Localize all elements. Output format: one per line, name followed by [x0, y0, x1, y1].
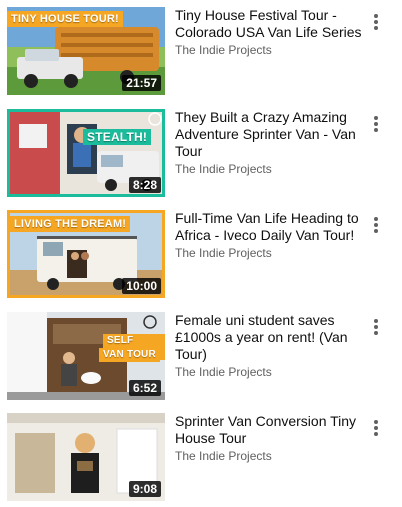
duration-badge: 21:57	[122, 75, 161, 91]
channel-name[interactable]: The Indie Projects	[175, 448, 365, 464]
more-options-icon[interactable]	[366, 109, 386, 139]
more-options-icon[interactable]	[366, 7, 386, 37]
channel-name[interactable]: The Indie Projects	[175, 245, 365, 261]
video-title[interactable]: Full-Time Van Life Heading to Africa - I…	[175, 210, 365, 244]
thumbnail-banner: TINY HOUSE TOUR!	[7, 11, 123, 27]
video-thumbnail[interactable]: SELF BUILD VAN TOUR 6:52	[7, 312, 165, 400]
video-title[interactable]: Female uni student saves £1000s a year o…	[175, 312, 365, 363]
video-item[interactable]: TINY HOUSE TOUR! 21:57 Tiny House Festiv…	[0, 7, 402, 101]
more-options-icon[interactable]	[366, 312, 386, 342]
video-thumbnail[interactable]: LIVING THE DREAM! 10:00	[7, 210, 165, 298]
thumbnail-banner: VAN TOUR	[99, 348, 160, 362]
duration-badge: 10:00	[122, 278, 161, 294]
duration-badge: 9:08	[128, 481, 161, 497]
more-options-icon[interactable]	[366, 413, 386, 443]
video-item[interactable]: STEALTH! 8:28 They Built a Crazy Amazing…	[0, 109, 402, 203]
video-title[interactable]: They Built a Crazy Amazing Adventure Spr…	[175, 109, 365, 160]
video-thumbnail[interactable]: TINY HOUSE TOUR! 21:57	[7, 7, 165, 95]
video-item[interactable]: SELF BUILD VAN TOUR 6:52 Female uni stud…	[0, 312, 402, 406]
duration-badge: 8:28	[128, 177, 161, 193]
video-item[interactable]: LIVING THE DREAM! 10:00 Full-Time Van Li…	[0, 210, 402, 304]
thumbnail-banner: STEALTH!	[83, 129, 152, 145]
video-title[interactable]: Sprinter Van Conversion Tiny House Tour	[175, 413, 365, 447]
video-thumbnail[interactable]: 9:08	[7, 413, 165, 501]
video-item[interactable]: 9:08 Sprinter Van Conversion Tiny House …	[0, 413, 402, 507]
video-thumbnail[interactable]: STEALTH! 8:28	[7, 109, 165, 197]
channel-name[interactable]: The Indie Projects	[175, 364, 365, 380]
thumbnail-banner: LIVING THE DREAM!	[10, 216, 131, 232]
duration-badge: 6:52	[128, 380, 161, 396]
video-title[interactable]: Tiny House Festival Tour - Colorado USA …	[175, 7, 365, 41]
channel-name[interactable]: The Indie Projects	[175, 42, 365, 58]
channel-name[interactable]: The Indie Projects	[175, 161, 365, 177]
more-options-icon[interactable]	[366, 210, 386, 240]
